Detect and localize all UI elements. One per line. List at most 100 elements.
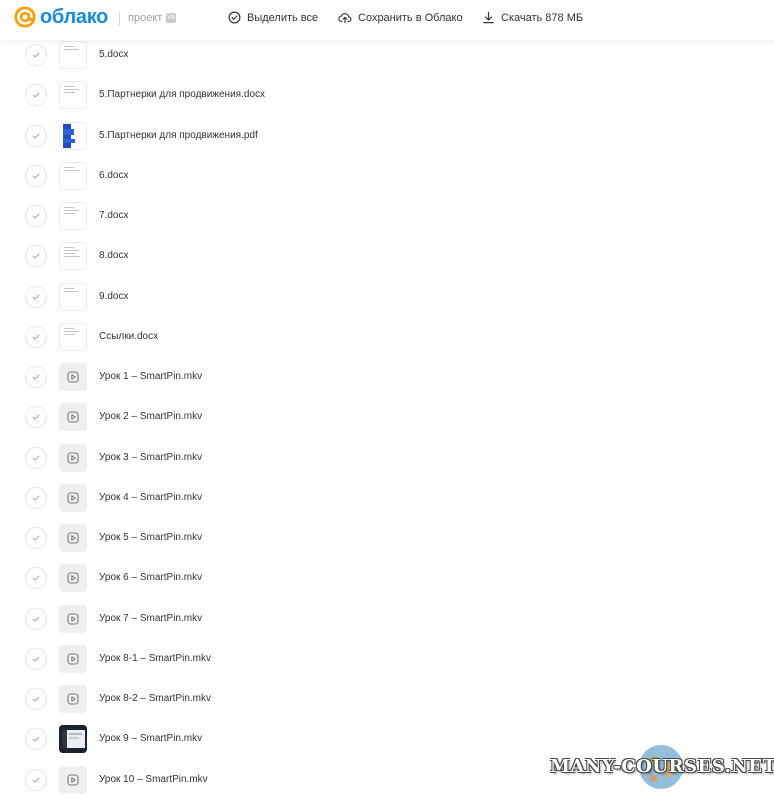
select-file-checkbox[interactable] bbox=[25, 286, 47, 308]
file-name[interactable]: Урок 4 – SmartPin.mkv bbox=[99, 492, 202, 504]
select-file-checkbox[interactable] bbox=[25, 326, 47, 348]
select-file-checkbox[interactable] bbox=[25, 245, 47, 267]
checkmark-icon bbox=[32, 656, 40, 662]
select-file-checkbox[interactable] bbox=[25, 125, 47, 147]
file-row[interactable]: Урок 1 – SmartPin.mkv bbox=[0, 363, 774, 408]
select-file-checkbox[interactable] bbox=[25, 648, 47, 670]
video-file-icon bbox=[59, 403, 87, 431]
checkmark-icon bbox=[32, 696, 40, 702]
file-row[interactable]: 5.Партнерки для продвижения.docx bbox=[0, 81, 774, 126]
video-file-icon bbox=[59, 564, 87, 592]
file-row[interactable]: Урок 8-1 – SmartPin.mkv bbox=[0, 645, 774, 690]
file-name[interactable]: 8.docx bbox=[99, 250, 128, 262]
doc-page-icon bbox=[64, 207, 79, 214]
select-file-checkbox[interactable] bbox=[25, 527, 47, 549]
select-file-checkbox[interactable] bbox=[25, 769, 47, 791]
checkmark-icon bbox=[32, 294, 40, 300]
video-file-icon bbox=[59, 484, 87, 512]
video-preview-thumbnail bbox=[59, 725, 87, 753]
watermark-text: MANY-COURSES.NET bbox=[550, 756, 774, 777]
file-name[interactable]: Урок 9 – SmartPin.mkv bbox=[99, 733, 202, 745]
checkmark-icon bbox=[32, 495, 40, 501]
file-row[interactable]: Урок 7 – SmartPin.mkv bbox=[0, 605, 774, 650]
file-row[interactable]: Урок 6 – SmartPin.mkv bbox=[0, 564, 774, 609]
checkmark-icon bbox=[32, 414, 40, 420]
video-file-icon bbox=[59, 524, 87, 552]
checkmark-icon bbox=[32, 92, 40, 98]
file-name[interactable]: 5.docx bbox=[99, 49, 128, 61]
file-row[interactable]: 9.docx bbox=[0, 283, 774, 328]
checkmark-icon bbox=[32, 777, 40, 783]
save-to-cloud-label: Сохранить в Облако bbox=[358, 11, 463, 24]
file-row[interactable]: Урок 3 – SmartPin.mkv bbox=[0, 444, 774, 489]
pdf-page-icon bbox=[63, 124, 75, 148]
file-name[interactable]: 6.docx bbox=[99, 170, 128, 182]
at-sign-logo-icon bbox=[14, 6, 36, 28]
file-row[interactable]: Урок 2 – SmartPin.mkv bbox=[0, 403, 774, 448]
file-row[interactable]: 7.docx bbox=[0, 202, 774, 247]
select-file-checkbox[interactable] bbox=[25, 447, 47, 469]
document-file-preview bbox=[59, 162, 87, 190]
document-file-preview bbox=[59, 202, 87, 230]
select-file-checkbox[interactable] bbox=[25, 567, 47, 589]
checkmark-icon bbox=[32, 374, 40, 380]
file-row[interactable]: 6.docx bbox=[0, 162, 774, 207]
file-name[interactable]: 5.Партнерки для продвижения.pdf bbox=[99, 130, 258, 142]
doc-page-icon bbox=[64, 86, 79, 93]
doc-page-icon bbox=[64, 167, 79, 171]
file-name[interactable]: Урок 7 – SmartPin.mkv bbox=[99, 613, 202, 625]
file-name[interactable]: Урок 6 – SmartPin.mkv bbox=[99, 572, 202, 584]
document-file-preview bbox=[59, 283, 87, 311]
select-all-button[interactable]: Выделить все bbox=[228, 11, 318, 24]
play-icon bbox=[67, 774, 79, 786]
doc-page-icon bbox=[64, 328, 79, 335]
file-row[interactable]: 8.docx bbox=[0, 242, 774, 287]
file-name[interactable]: Урок 2 – SmartPin.mkv bbox=[99, 411, 202, 423]
save-to-cloud-button[interactable]: Сохранить в Облако bbox=[338, 11, 463, 24]
file-name[interactable]: Урок 5 – SmartPin.mkv bbox=[99, 532, 202, 544]
file-name[interactable]: Урок 8-2 – SmartPin.mkv bbox=[99, 693, 211, 705]
file-row[interactable]: Урок 8-2 – SmartPin.mkv bbox=[0, 685, 774, 730]
checkmark-icon bbox=[32, 575, 40, 581]
file-name[interactable]: Урок 8-1 – SmartPin.mkv bbox=[99, 653, 211, 665]
logo-divider bbox=[119, 12, 120, 26]
download-icon bbox=[483, 11, 494, 24]
download-label: Скачать 878 МБ bbox=[501, 11, 584, 24]
checkmark-icon bbox=[32, 616, 40, 622]
select-file-checkbox[interactable] bbox=[25, 205, 47, 227]
checkmark-icon bbox=[32, 334, 40, 340]
video-file-icon bbox=[59, 645, 87, 673]
select-file-checkbox[interactable] bbox=[25, 728, 47, 750]
cloud-logo[interactable]: облако bbox=[14, 6, 108, 28]
select-file-checkbox[interactable] bbox=[25, 406, 47, 428]
file-row[interactable]: 5.docx bbox=[0, 41, 774, 86]
select-file-checkbox[interactable] bbox=[25, 487, 47, 509]
checkmark-icon bbox=[32, 173, 40, 179]
file-name[interactable]: Урок 1 – SmartPin.mkv bbox=[99, 371, 202, 383]
select-file-checkbox[interactable] bbox=[25, 688, 47, 710]
checkmark-icon bbox=[32, 455, 40, 461]
check-circle-icon bbox=[228, 11, 241, 24]
watermark: MANY-COURSES.NET bbox=[550, 742, 774, 792]
select-file-checkbox[interactable] bbox=[25, 366, 47, 388]
select-file-checkbox[interactable] bbox=[25, 165, 47, 187]
file-name[interactable]: 7.docx bbox=[99, 210, 128, 222]
file-row[interactable]: Урок 5 – SmartPin.mkv bbox=[0, 524, 774, 569]
file-row[interactable]: Урок 4 – SmartPin.mkv bbox=[0, 484, 774, 529]
file-name[interactable]: Урок 3 – SmartPin.mkv bbox=[99, 452, 202, 464]
file-name[interactable]: 9.docx bbox=[99, 291, 128, 303]
download-button[interactable]: Скачать 878 МБ bbox=[482, 11, 583, 24]
file-name[interactable]: Урок 10 – SmartPin.mkv bbox=[99, 774, 208, 786]
file-row[interactable]: Ссылки.docx bbox=[0, 323, 774, 368]
play-icon bbox=[67, 452, 79, 464]
select-file-checkbox[interactable] bbox=[25, 44, 47, 66]
file-name[interactable]: 5.Партнерки для продвижения.docx bbox=[99, 89, 265, 101]
file-name[interactable]: Ссылки.docx bbox=[99, 331, 158, 343]
preview-image bbox=[59, 725, 87, 753]
select-file-checkbox[interactable] bbox=[25, 608, 47, 630]
doc-page-icon bbox=[64, 247, 80, 257]
select-file-checkbox[interactable] bbox=[25, 84, 47, 106]
play-icon bbox=[67, 492, 79, 504]
top-bar: облако проект VK Выделить все Сохранить … bbox=[0, 0, 774, 40]
file-row[interactable]: 5.Партнерки для продвижения.pdf bbox=[0, 122, 774, 167]
